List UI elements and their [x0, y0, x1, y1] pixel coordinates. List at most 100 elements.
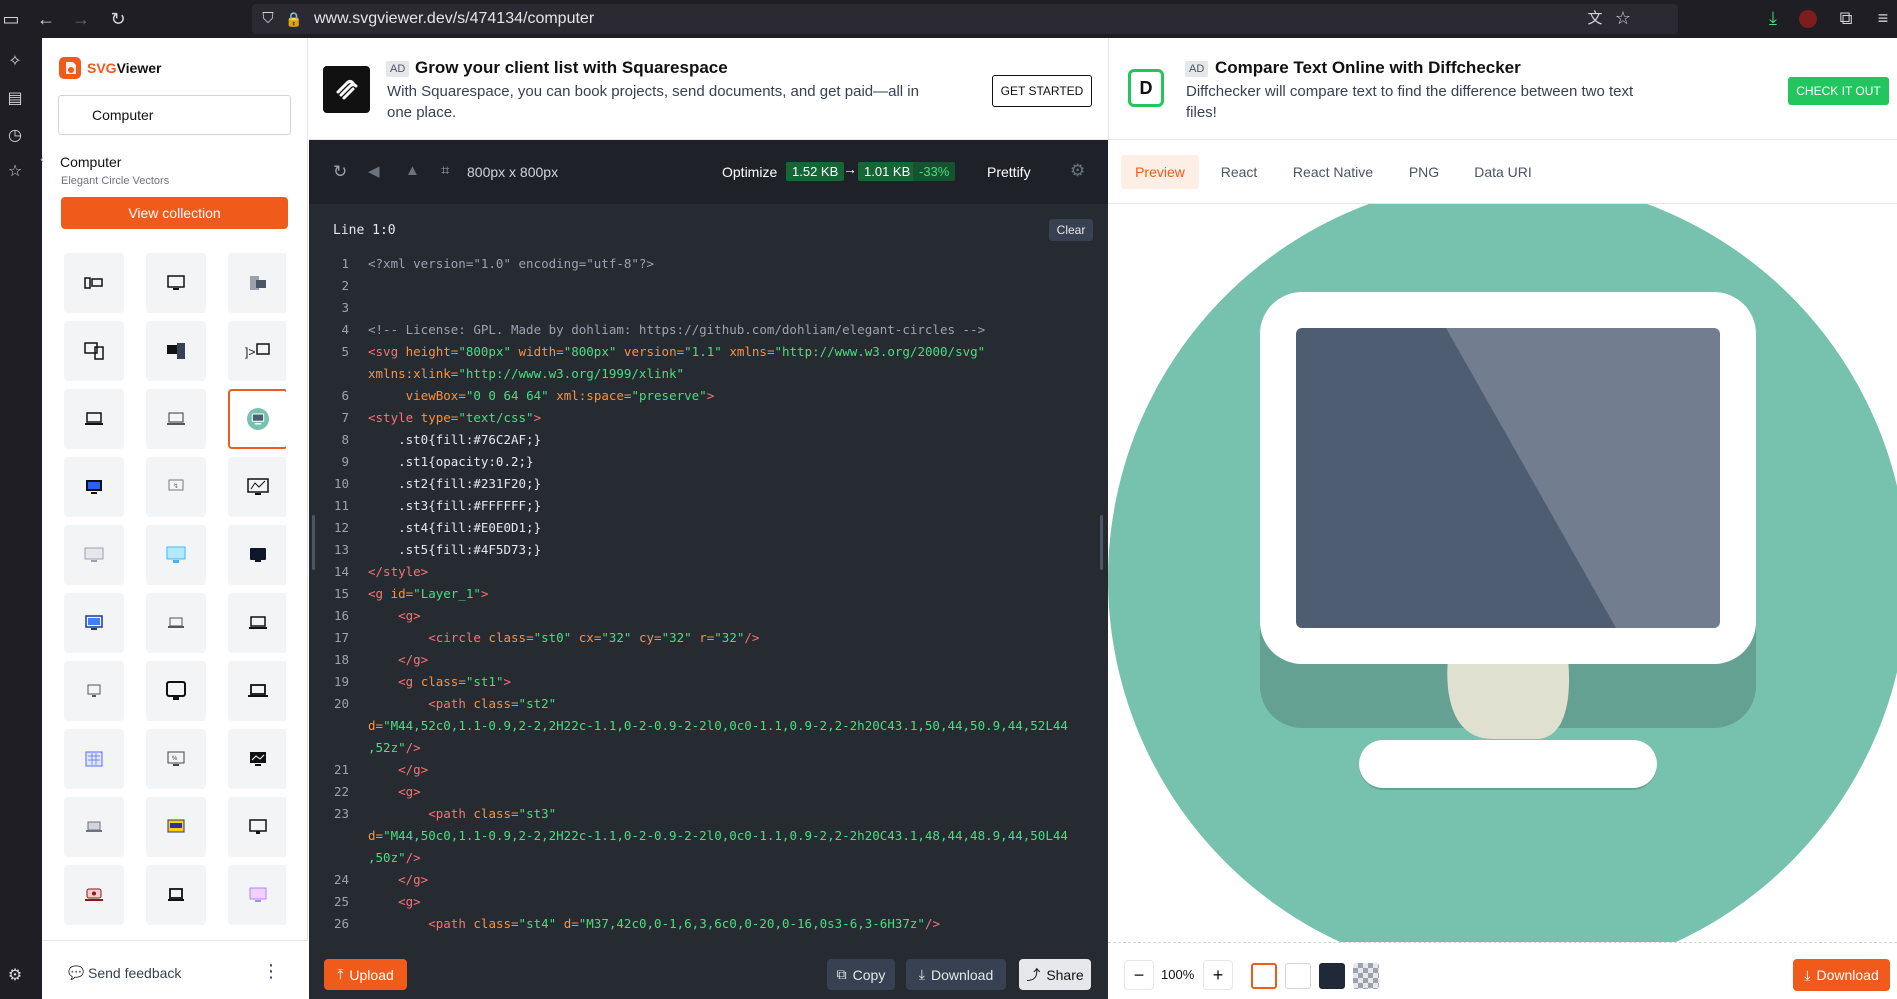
optimize-label[interactable]: Optimize: [722, 164, 777, 180]
right-resize-handle[interactable]: [1100, 515, 1103, 570]
ai-chat-icon[interactable]: ✧: [4, 53, 26, 71]
code-line[interactable]: xmlns:xlink="http://www.w3.org/1999/xlin…: [368, 363, 684, 385]
code-line[interactable]: <path class="st4" d="M37,42c0,0-1,6,3,6c…: [368, 913, 940, 935]
icon-thumb-25[interactable]: [64, 797, 124, 857]
code-line[interactable]: .st3{fill:#FFFFFF;}: [368, 495, 541, 517]
icon-thumb-8[interactable]: [146, 389, 206, 449]
svgviewer-logo-icon[interactable]: [59, 57, 81, 79]
icon-thumb-11[interactable]: ↯: [146, 457, 206, 517]
icon-thumb-10[interactable]: [64, 457, 124, 517]
flip-horizontal-icon[interactable]: ◀: [368, 162, 380, 180]
svg-preview-canvas[interactable]: [1108, 204, 1897, 942]
clear-button[interactable]: Clear: [1049, 219, 1093, 241]
sidebar-toggle-icon[interactable]: ▭: [0, 10, 22, 28]
view-collection-button[interactable]: View collection: [61, 197, 288, 229]
zoom-in-button[interactable]: +: [1203, 960, 1233, 990]
get-started-button[interactable]: GET STARTED: [992, 75, 1092, 107]
icon-thumb-18[interactable]: [228, 593, 286, 653]
bg-swatch-white-selected[interactable]: [1251, 963, 1277, 989]
code-line[interactable]: <path class="st3": [368, 803, 556, 825]
code-line[interactable]: </g>: [368, 649, 428, 671]
copy-button[interactable]: ⧉ Copy: [827, 959, 895, 990]
icon-thumb-29[interactable]: [146, 865, 206, 925]
collapse-chevron-icon[interactable]: ‹: [40, 152, 44, 166]
icon-thumb-16[interactable]: [64, 593, 124, 653]
icon-thumb-24[interactable]: [228, 729, 286, 789]
code-content[interactable]: 1 2 3 4 5 6 7 8 9 10 11 12 13 14 15 16 17 18 19 20 21 22 23 24 2…: [309, 253, 1100, 943]
ad-body[interactable]: Diffchecker will compare text to find th…: [1186, 81, 1636, 123]
code-line[interactable]: </style>: [368, 561, 428, 583]
history-icon[interactable]: ◷: [4, 127, 26, 145]
code-line[interactable]: <g>: [368, 605, 421, 627]
code-line[interactable]: ,52z"/>: [368, 737, 421, 759]
code-line[interactable]: <style type="text/css">: [368, 407, 541, 429]
code-line[interactable]: <?xml version="1.0" encoding="utf-8"?>: [368, 253, 654, 275]
tab-react[interactable]: React: [1211, 155, 1267, 189]
download-preview-button[interactable]: ⤓ Download: [1793, 959, 1890, 991]
code-line[interactable]: </g>: [368, 869, 428, 891]
icon-thumb-15[interactable]: [228, 525, 286, 585]
icon-thumb-20[interactable]: [146, 661, 206, 721]
bookmark-star-icon[interactable]: ☆: [1612, 9, 1634, 27]
code-line[interactable]: <circle class="st0" cx="32" cy="32" r="3…: [368, 627, 759, 649]
icon-thumb-30[interactable]: [228, 865, 286, 925]
icon-thumb-13[interactable]: [64, 525, 124, 585]
tab-png[interactable]: PNG: [1395, 155, 1453, 189]
code-line[interactable]: .st0{fill:#76C2AF;}: [368, 429, 541, 451]
icon-thumb-23[interactable]: %: [146, 729, 206, 789]
bookmarks-icon[interactable]: ☆: [4, 163, 26, 181]
search-input-value[interactable]: Computer: [92, 107, 153, 123]
icon-thumb-19[interactable]: [64, 661, 124, 721]
share-button[interactable]: ⤴ Share: [1019, 959, 1091, 990]
editor-settings-gear-icon[interactable]: ⚙: [1070, 161, 1085, 181]
code-line[interactable]: <g>: [368, 781, 421, 803]
squarespace-logo-icon[interactable]: [323, 66, 370, 113]
icon-thumb-3[interactable]: [228, 253, 286, 313]
shield-icon[interactable]: ⛉: [257, 10, 279, 28]
crop-icon[interactable]: ⌗: [441, 162, 449, 179]
svg-dimensions[interactable]: 800px x 800px: [467, 164, 558, 180]
zoom-out-button[interactable]: −: [1124, 960, 1154, 990]
reload-icon[interactable]: ↻: [107, 10, 129, 28]
bg-swatch-light[interactable]: [1285, 963, 1311, 989]
translate-icon[interactable]: 文: [1584, 10, 1606, 28]
icon-thumb-22[interactable]: [64, 729, 124, 789]
diffchecker-logo-icon[interactable]: D: [1128, 69, 1164, 107]
code-line[interactable]: .st5{fill:#4F5D73;}: [368, 539, 541, 561]
menu-icon[interactable]: ≡: [1872, 9, 1894, 27]
settings-gear-icon[interactable]: ⚙: [4, 967, 26, 985]
icon-thumb-26[interactable]: [146, 797, 206, 857]
icon-thumb-12[interactable]: [228, 457, 286, 517]
rotate-icon[interactable]: ↻: [333, 162, 347, 182]
code-line[interactable]: .st1{opacity:0.2;}: [368, 451, 533, 473]
ad-body[interactable]: With Squarespace, you can book projects,…: [387, 81, 947, 123]
extensions-puzzle-icon[interactable]: ⧉: [1835, 9, 1857, 27]
icon-thumb-27[interactable]: [228, 797, 286, 857]
code-line[interactable]: <path class="st2": [368, 693, 556, 715]
synced-tabs-icon[interactable]: ▤: [4, 90, 26, 108]
code-line[interactable]: d="M44,52c0,1.1-0.9,2-2,2H22c-1.1,0-2-0.…: [368, 715, 1068, 737]
icon-thumb-5[interactable]: [146, 321, 206, 381]
icon-thumb-28[interactable]: [64, 865, 124, 925]
code-line[interactable]: <!-- License: GPL. Made by dohliam: http…: [368, 319, 985, 341]
collection-subtitle[interactable]: Elegant Circle Vectors: [61, 175, 169, 187]
tab-data-uri[interactable]: Data URI: [1467, 155, 1539, 189]
extension-icon[interactable]: [1799, 10, 1817, 28]
icon-thumb-4[interactable]: [64, 321, 124, 381]
forward-icon[interactable]: →: [70, 10, 92, 28]
icon-thumb-2[interactable]: [146, 253, 206, 313]
icon-thumb-6[interactable]: ]>: [228, 321, 286, 381]
check-it-out-button[interactable]: CHECK IT OUT: [1788, 77, 1889, 105]
lock-icon[interactable]: 🔒: [283, 10, 305, 28]
code-line[interactable]: .st4{fill:#E0E0D1;}: [368, 517, 541, 539]
prettify-button[interactable]: Prettify: [987, 164, 1031, 180]
brand-name[interactable]: SVGViewer: [87, 60, 161, 76]
code-line[interactable]: .st2{fill:#231F20;}: [368, 473, 541, 495]
code-line[interactable]: viewBox="0 0 64 64" xml:space="preserve"…: [368, 385, 715, 407]
ad-title[interactable]: Compare Text Online with Diffchecker: [1215, 58, 1521, 78]
code-line[interactable]: <g class="st1">: [368, 671, 511, 693]
bg-swatch-dark[interactable]: [1319, 963, 1345, 989]
icon-thumb-7[interactable]: [64, 389, 124, 449]
code-line[interactable]: <g id="Layer_1">: [368, 583, 488, 605]
icon-thumb-17[interactable]: [146, 593, 206, 653]
